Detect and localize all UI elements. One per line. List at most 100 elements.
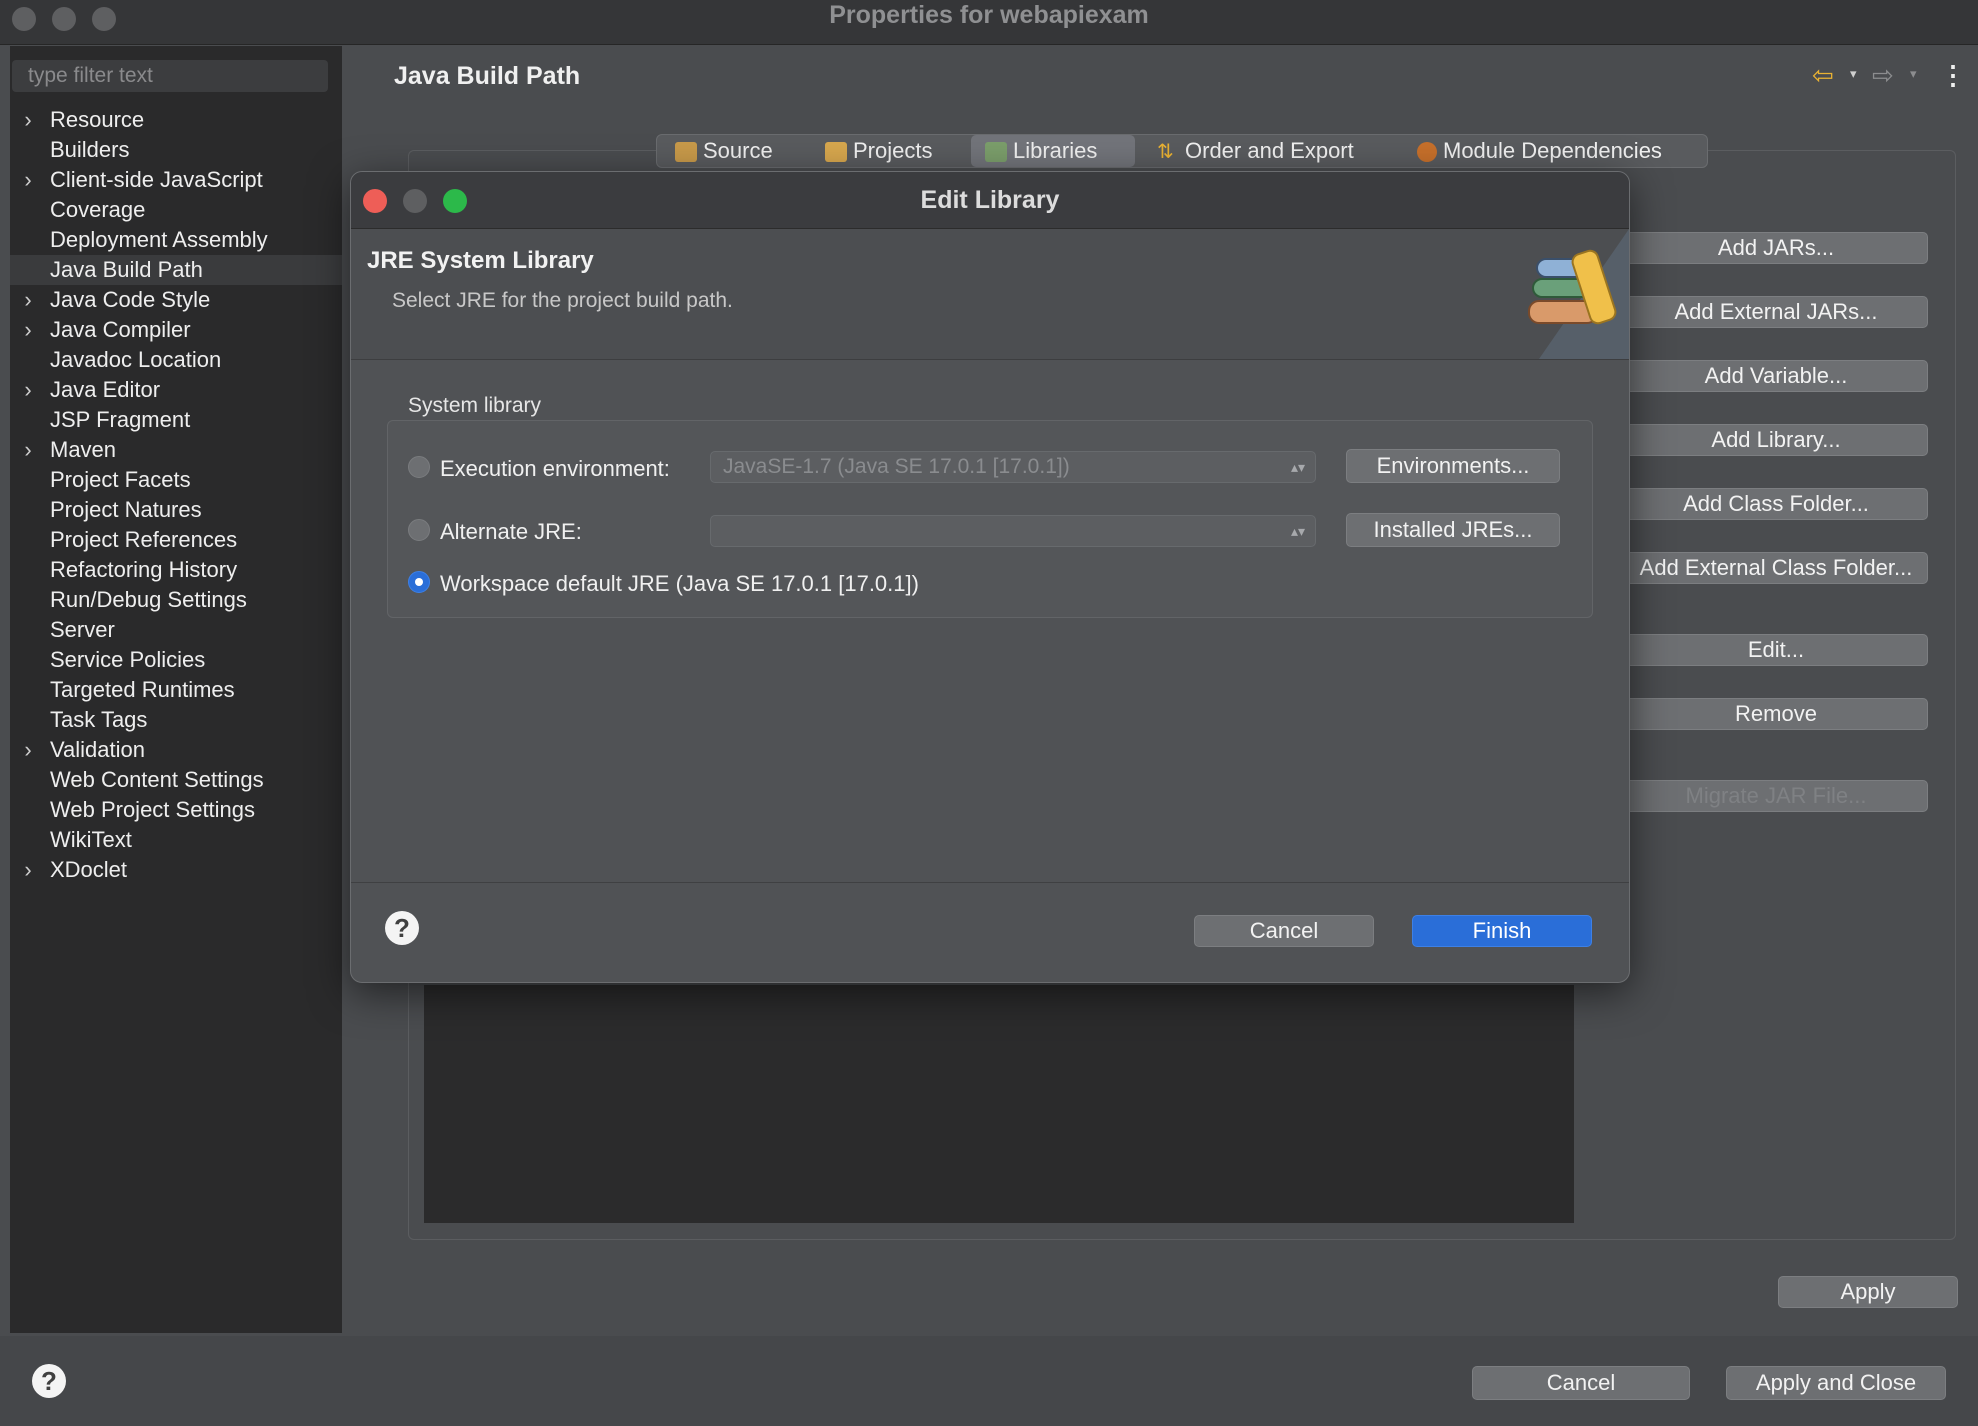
dialog-titlebar: Edit Library — [351, 172, 1629, 229]
filter-input[interactable]: type filter text — [12, 60, 328, 92]
sidebar-item-builders[interactable]: Builders — [10, 135, 342, 165]
sidebar-item-project-facets[interactable]: Project Facets — [10, 465, 342, 495]
sidebar-item-label: Web Content Settings — [50, 767, 264, 792]
system-library-group: Execution environment: JavaSE-1.7 (Java … — [387, 420, 1593, 618]
tab-source[interactable]: Source — [675, 135, 773, 167]
chevron-right-icon[interactable]: › — [18, 165, 38, 195]
add-jars-button[interactable]: Add JARs... — [1624, 232, 1928, 264]
cancel-button[interactable]: Cancel — [1472, 1366, 1690, 1400]
back-dropdown-icon[interactable]: ▾ — [1850, 66, 1857, 82]
sidebar-item-label: Task Tags — [50, 707, 148, 732]
sidebar-item-java-compiler[interactable]: › Java Compiler — [10, 315, 342, 345]
sidebar-item-jsp-fragment[interactable]: JSP Fragment — [10, 405, 342, 435]
sidebar-item-deployment-assembly[interactable]: Deployment Assembly — [10, 225, 342, 255]
tab-module-dependencies[interactable]: Module Dependencies — [1417, 135, 1662, 167]
sidebar-item-maven[interactable]: › Maven — [10, 435, 342, 465]
sidebar-item-label: Java Build Path — [50, 257, 203, 282]
edit-button[interactable]: Edit... — [1624, 634, 1928, 666]
add-external-class-folder-button[interactable]: Add External Class Folder... — [1624, 552, 1928, 584]
chevron-right-icon[interactable]: › — [18, 105, 38, 135]
system-library-label: System library — [408, 394, 542, 417]
forward-arrow-icon[interactable]: ⇨ — [1872, 60, 1894, 91]
tab-libraries[interactable]: Libraries — [971, 135, 1135, 167]
tab-module-label: Module Dependencies — [1443, 138, 1662, 163]
sidebar-item-label: Server — [50, 617, 115, 642]
sidebar-item-label: Targeted Runtimes — [50, 677, 235, 702]
sidebar-item-wikitext[interactable]: WikiText — [10, 825, 342, 855]
sidebar-item-coverage[interactable]: Coverage — [10, 195, 342, 225]
back-arrow-icon[interactable]: ⇦ — [1812, 60, 1834, 91]
sidebar-item-project-references[interactable]: Project References — [10, 525, 342, 555]
sidebar-item-resource[interactable]: › Resource — [10, 105, 342, 135]
tab-source-label: Source — [703, 138, 773, 163]
add-library-button[interactable]: Add Library... — [1624, 424, 1928, 456]
help-icon[interactable]: ? — [32, 1364, 66, 1398]
sidebar-item-label: Resource — [50, 107, 145, 132]
dialog-header-description: Select JRE for the project build path. — [392, 289, 733, 312]
tab-order-export-label: Order and Export — [1185, 138, 1354, 163]
add-variable-button[interactable]: Add Variable... — [1624, 360, 1928, 392]
apply-and-close-button[interactable]: Apply and Close — [1726, 1366, 1946, 1400]
sidebar-item-java-build-path[interactable]: Java Build Path — [10, 255, 342, 285]
chevron-right-icon[interactable]: › — [18, 285, 38, 315]
projects-folder-icon — [825, 142, 847, 163]
chevron-right-icon[interactable]: › — [18, 855, 38, 885]
execution-environment-radio[interactable] — [408, 456, 430, 478]
dialog-cancel-button[interactable]: Cancel — [1194, 915, 1374, 947]
chevron-right-icon[interactable]: › — [18, 735, 38, 765]
chevron-right-icon[interactable]: › — [18, 315, 38, 345]
sidebar-item-javadoc-location[interactable]: Javadoc Location — [10, 345, 342, 375]
sidebar-item-java-editor[interactable]: › Java Editor — [10, 375, 342, 405]
execution-environment-select[interactable]: JavaSE-1.7 (Java SE 17.0.1 [17.0.1]) ▴▾ — [710, 451, 1316, 483]
apply-button[interactable]: Apply — [1778, 1276, 1958, 1308]
sidebar-item-client-side-javascript[interactable]: › Client-side JavaScript — [10, 165, 342, 195]
remove-button[interactable]: Remove — [1624, 698, 1928, 730]
forward-dropdown-icon[interactable]: ▾ — [1910, 66, 1917, 82]
alternate-jre-radio[interactable] — [408, 519, 430, 541]
sidebar-item-task-tags[interactable]: Task Tags — [10, 705, 342, 735]
workspace-default-jre-label: Workspace default JRE (Java SE 17.0.1 [1… — [440, 571, 919, 596]
chevron-right-icon[interactable]: › — [18, 435, 38, 465]
sidebar-item-validation[interactable]: › Validation — [10, 735, 342, 765]
sidebar-item-web-project-settings[interactable]: Web Project Settings — [10, 795, 342, 825]
sidebar-item-label: Javadoc Location — [50, 347, 222, 372]
dialog-help-icon[interactable]: ? — [385, 911, 419, 945]
tab-order-export[interactable]: ⇅ Order and Export — [1157, 135, 1354, 167]
sidebar-item-label: Deployment Assembly — [50, 227, 268, 252]
alternate-jre-label: Alternate JRE: — [440, 519, 582, 544]
sidebar-item-run-debug-settings[interactable]: Run/Debug Settings — [10, 585, 342, 615]
sidebar-item-project-natures[interactable]: Project Natures — [10, 495, 342, 525]
libraries-icon — [985, 142, 1007, 163]
sidebar-item-web-content-settings[interactable]: Web Content Settings — [10, 765, 342, 795]
sidebar-item-server[interactable]: Server — [10, 615, 342, 645]
sidebar-item-label: WikiText — [50, 827, 132, 852]
add-external-jars-button[interactable]: Add External JARs... — [1624, 296, 1928, 328]
finish-button[interactable]: Finish — [1412, 915, 1592, 947]
sidebar-item-xdoclet[interactable]: › XDoclet — [10, 855, 342, 885]
migrate-jar-button[interactable]: Migrate JAR File... — [1624, 780, 1928, 812]
workspace-default-jre-radio[interactable] — [408, 571, 430, 593]
window-titlebar: Properties for webapiexam — [0, 0, 1978, 45]
libraries-tree[interactable] — [424, 985, 1574, 1223]
nav-arrows: ⇦ ▾ ⇨ ▾ ⋮ — [1810, 60, 1966, 92]
chevron-right-icon[interactable]: › — [18, 375, 38, 405]
sidebar-item-label: Service Policies — [50, 647, 206, 672]
sidebar-item-label: JSP Fragment — [50, 407, 191, 432]
view-menu-icon[interactable]: ⋮ — [1940, 60, 1966, 91]
module-icon — [1417, 142, 1437, 163]
source-folder-icon — [675, 142, 697, 163]
sidebar-item-label: Project Facets — [50, 467, 191, 492]
sidebar-item-targeted-runtimes[interactable]: Targeted Runtimes — [10, 675, 342, 705]
sidebar-item-java-code-style[interactable]: › Java Code Style — [10, 285, 342, 315]
tab-projects-label: Projects — [853, 138, 933, 163]
sidebar-item-refactoring-history[interactable]: Refactoring History — [10, 555, 342, 585]
installed-jres-button[interactable]: Installed JREs... — [1346, 513, 1560, 547]
dialog-header-title: JRE System Library — [367, 247, 594, 274]
sidebar-item-label: Project References — [50, 527, 238, 552]
sidebar-item-label: Java Compiler — [50, 317, 191, 342]
add-class-folder-button[interactable]: Add Class Folder... — [1624, 488, 1928, 520]
sidebar-item-service-policies[interactable]: Service Policies — [10, 645, 342, 675]
environments-button[interactable]: Environments... — [1346, 449, 1560, 483]
alternate-jre-select[interactable]: ▴▾ — [710, 515, 1316, 547]
tab-projects[interactable]: Projects — [825, 135, 932, 167]
